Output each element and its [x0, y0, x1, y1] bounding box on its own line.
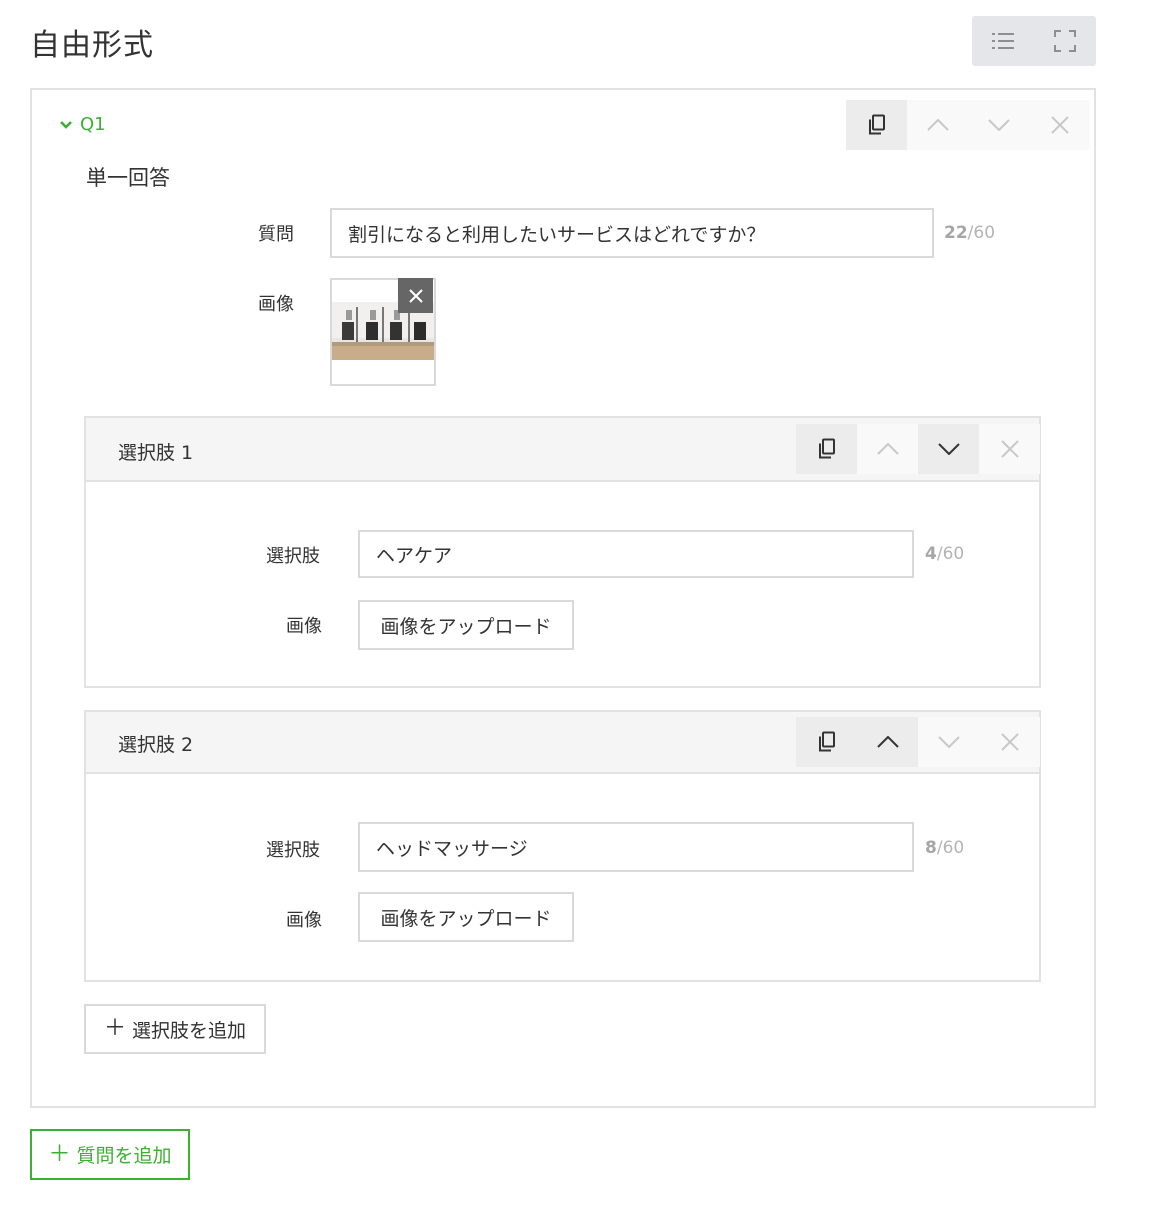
view-toolbar	[972, 16, 1096, 66]
choice-image-label: 画像	[286, 910, 322, 931]
add-choice-button[interactable]: ＋ 選択肢を追加	[84, 1004, 266, 1054]
chevron-down-icon	[987, 119, 1010, 131]
choice-input[interactable]: ヘッドマッサージ	[358, 822, 914, 872]
close-icon	[1050, 116, 1069, 134]
choice-char-max: /60	[936, 544, 965, 564]
copy-icon	[868, 114, 885, 135]
choice-card-2: 選択肢 2 選択肢 ヘッドマッサージ 8/60 画像 画像をアップロード	[84, 710, 1041, 982]
close-icon	[1000, 440, 1019, 458]
chevron-up-icon	[926, 119, 949, 131]
choice-char-counter: 4/60	[925, 544, 964, 564]
list-view-button[interactable]	[972, 16, 1034, 66]
choice-delete-button[interactable]	[979, 424, 1040, 474]
question-collapse-toggle[interactable]: Q1	[60, 114, 106, 135]
question-char-max: /60	[967, 223, 996, 243]
close-icon	[1000, 733, 1019, 751]
plus-icon: ＋	[48, 1141, 71, 1167]
chevron-up-icon	[876, 736, 899, 748]
copy-icon	[818, 438, 835, 459]
choice-header: 選択肢 1	[86, 418, 1040, 482]
choice-title: 選択肢 1	[118, 442, 194, 464]
choice-controls	[796, 717, 1040, 767]
upload-image-button[interactable]: 画像をアップロード	[358, 892, 574, 942]
choice-char-count: 8	[925, 838, 937, 858]
chevron-down-icon	[937, 443, 960, 455]
choice-card-1: 選択肢 1 選択肢 ヘアケア 4/60 画像 画像をアップロード	[84, 416, 1041, 688]
copy-icon	[818, 731, 835, 752]
add-question-label: 質問を追加	[76, 1145, 172, 1167]
choice-controls	[796, 424, 1040, 474]
choice-char-max: /60	[936, 838, 965, 858]
choice-move-down-button[interactable]	[918, 717, 979, 767]
fullscreen-icon	[1054, 30, 1076, 52]
choice-move-up-button[interactable]	[857, 424, 918, 474]
choice-field-label: 選択肢	[266, 840, 320, 861]
question-copy-button[interactable]	[846, 100, 907, 150]
question-field-label: 質問	[258, 224, 294, 245]
question-panel: Q1 単一回答 質問 割引になると利用したいサービスはどれですか？ 22/60 …	[30, 88, 1096, 1108]
choice-input[interactable]: ヘアケア	[358, 530, 914, 578]
question-move-up-button[interactable]	[907, 100, 968, 150]
add-question-button[interactable]: ＋ 質問を追加	[30, 1129, 190, 1180]
question-type: 単一回答	[86, 166, 170, 190]
question-controls	[846, 100, 1090, 150]
add-choice-label: 選択肢を追加	[132, 1019, 247, 1042]
fullscreen-button[interactable]	[1034, 16, 1096, 66]
plus-icon: ＋	[103, 1016, 126, 1041]
question-move-down-button[interactable]	[968, 100, 1029, 150]
chevron-down-icon	[937, 736, 960, 748]
chevron-down-icon	[60, 120, 72, 129]
close-icon	[408, 288, 423, 303]
question-char-counter: 22/60	[944, 223, 995, 243]
choice-move-down-button[interactable]	[918, 424, 979, 474]
question-delete-button[interactable]	[1029, 100, 1090, 150]
choice-image-label: 画像	[286, 616, 322, 637]
choice-header: 選択肢 2	[86, 712, 1040, 774]
question-char-count: 22	[944, 223, 968, 243]
choice-copy-button[interactable]	[796, 424, 857, 474]
list-icon	[992, 33, 1014, 49]
page-title: 自由形式	[30, 28, 154, 63]
choice-copy-button[interactable]	[796, 717, 857, 767]
question-number: Q1	[80, 114, 106, 135]
choice-move-up-button[interactable]	[857, 717, 918, 767]
upload-image-button[interactable]: 画像をアップロード	[358, 600, 574, 650]
question-image-label: 画像	[258, 294, 294, 315]
choice-char-counter: 8/60	[925, 838, 964, 858]
remove-image-button[interactable]	[398, 278, 433, 313]
choice-char-count: 4	[925, 544, 937, 564]
chevron-up-icon	[876, 443, 899, 455]
choice-field-label: 選択肢	[266, 546, 320, 567]
choice-title: 選択肢 2	[118, 734, 194, 756]
choice-delete-button[interactable]	[979, 717, 1040, 767]
question-input[interactable]: 割引になると利用したいサービスはどれですか？	[330, 208, 934, 258]
